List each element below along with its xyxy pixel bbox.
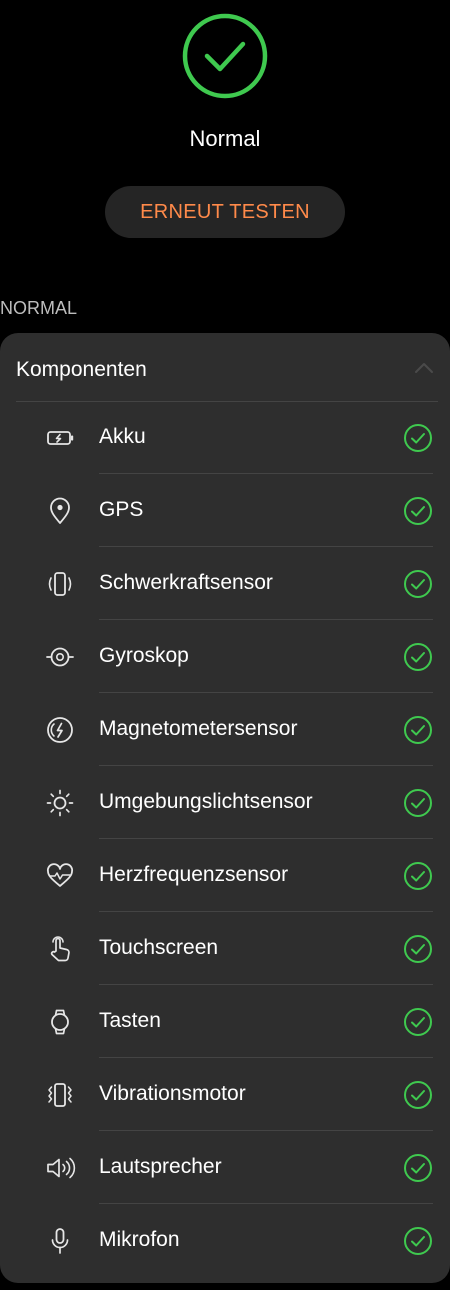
check-icon	[404, 1008, 432, 1036]
device-rotate-icon	[48, 572, 72, 596]
status-text: Normal	[189, 126, 261, 151]
location-pin-icon	[50, 497, 70, 524]
component-row-schwerkraftsensor[interactable]: Schwerkraftsensor	[0, 547, 450, 620]
components-title: Komponenten	[16, 358, 147, 381]
touch-hand-icon	[50, 936, 70, 962]
component-label: Umgebungslichtsensor	[99, 790, 313, 813]
check-icon	[404, 1227, 432, 1255]
check-icon	[404, 424, 432, 452]
components-header[interactable]: Komponenten	[16, 333, 438, 402]
check-icon	[404, 570, 432, 598]
check-circle-icon	[182, 13, 268, 99]
sun-icon	[46, 789, 74, 817]
component-label: Vibrationsmotor	[99, 1082, 246, 1105]
component-row-vibrationsmotor[interactable]: Vibrationsmotor	[0, 1058, 450, 1131]
component-row-magnetometersensor[interactable]: Magnetometersensor	[0, 693, 450, 766]
battery-icon	[47, 431, 74, 445]
component-label: Mikrofon	[99, 1228, 180, 1251]
component-label: Gyroskop	[99, 644, 189, 667]
watch-icon	[51, 1009, 69, 1035]
chevron-up-icon[interactable]	[414, 361, 434, 375]
component-row-gps[interactable]: GPS	[0, 474, 450, 547]
gyroscope-icon	[46, 647, 74, 667]
vibration-icon	[48, 1083, 72, 1107]
retest-button[interactable]: ERNEUT TESTEN	[105, 186, 345, 238]
component-label: Lautsprecher	[99, 1155, 222, 1178]
component-label: Tasten	[99, 1009, 161, 1032]
section-label: NORMAL	[0, 298, 78, 318]
check-icon	[404, 497, 432, 525]
check-icon	[404, 643, 432, 671]
check-icon	[404, 716, 432, 744]
speaker-icon	[47, 1157, 76, 1179]
check-icon	[404, 935, 432, 963]
component-label: Schwerkraftsensor	[99, 571, 273, 594]
components-card: Komponenten Akku GPS Schwerkraftsensor G…	[0, 333, 450, 1283]
component-label: Akku	[99, 425, 146, 448]
check-icon	[404, 862, 432, 890]
component-row-touchscreen[interactable]: Touchscreen	[0, 912, 450, 985]
component-row-herzfrequenzsensor[interactable]: Herzfrequenzsensor	[0, 839, 450, 912]
component-row-umgebungslichtsensor[interactable]: Umgebungslichtsensor	[0, 766, 450, 839]
check-icon	[404, 1154, 432, 1182]
check-icon	[404, 1081, 432, 1109]
microphone-icon	[51, 1228, 69, 1254]
component-row-mikrofon[interactable]: Mikrofon	[0, 1204, 450, 1277]
check-icon	[404, 789, 432, 817]
component-row-akku[interactable]: Akku	[0, 401, 450, 474]
component-row-gyroskop[interactable]: Gyroskop	[0, 620, 450, 693]
component-label: GPS	[99, 498, 144, 521]
component-label: Magnetometersensor	[99, 717, 298, 740]
component-label: Touchscreen	[99, 936, 219, 959]
component-row-lautsprecher[interactable]: Lautsprecher	[0, 1131, 450, 1204]
magnetometer-icon	[47, 717, 73, 743]
heart-rate-icon	[47, 863, 73, 887]
component-label: Herzfrequenzsensor	[99, 863, 289, 886]
component-row-tasten[interactable]: Tasten	[0, 985, 450, 1058]
